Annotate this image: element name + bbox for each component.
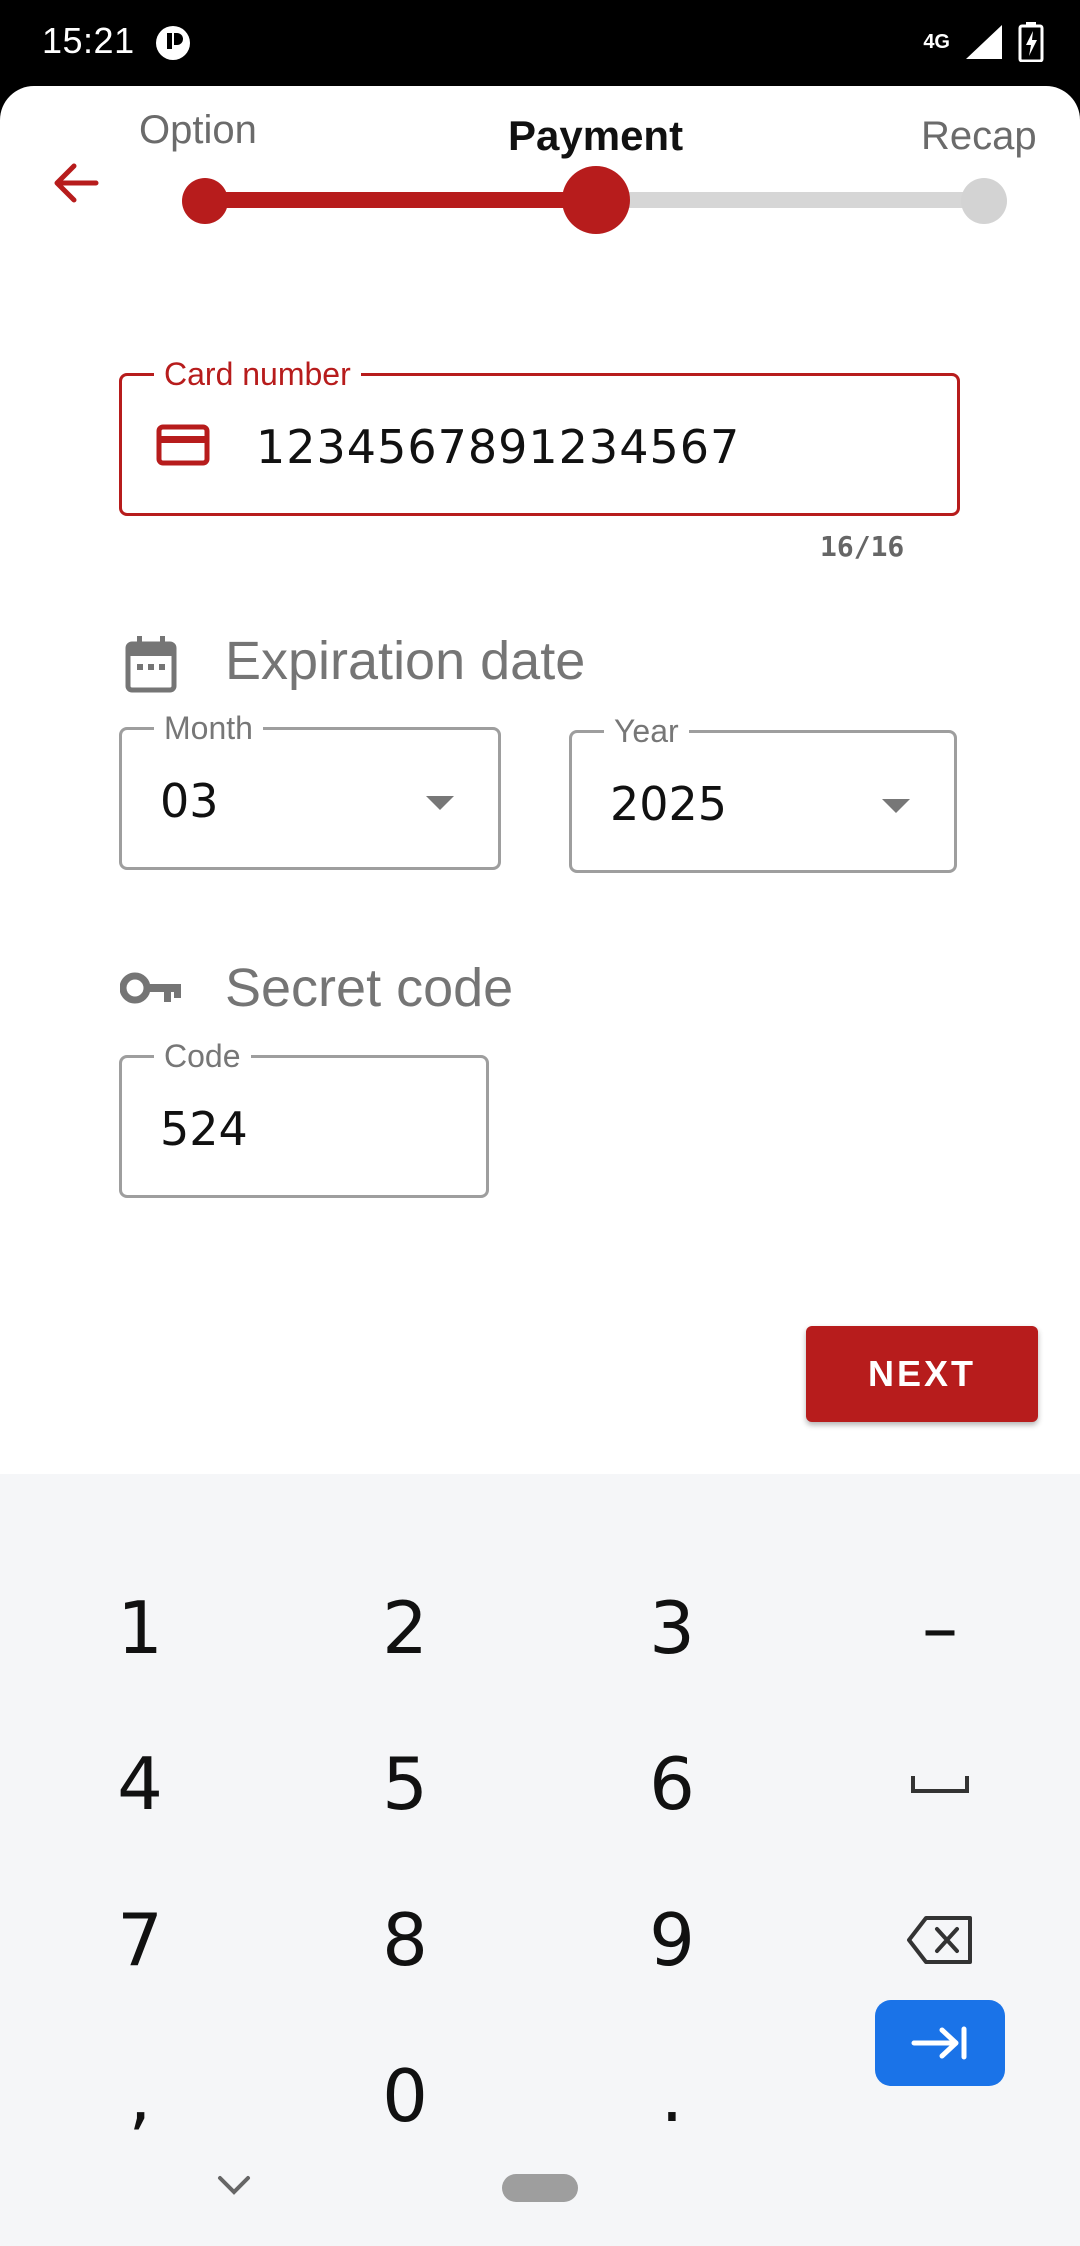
secret-code-title: Secret code	[225, 958, 514, 1018]
month-dropdown-caret-icon[interactable]	[426, 796, 454, 810]
tab-icon	[911, 2026, 967, 2060]
key-6[interactable]: 6	[572, 1714, 772, 1854]
card-number-label: Card number	[154, 356, 361, 392]
key-dash[interactable]: –	[840, 1558, 1040, 1698]
year-select[interactable]: Year 2025	[569, 713, 957, 873]
month-select[interactable]: Month 03	[119, 710, 501, 870]
month-label: Month	[154, 710, 263, 746]
credit-card-icon	[156, 424, 210, 466]
back-arrow-icon[interactable]	[48, 156, 102, 210]
step-payment-label[interactable]: Payment	[508, 112, 683, 160]
status-icons: 4G	[923, 22, 1044, 62]
calendar-icon	[125, 636, 177, 693]
code-label: Code	[154, 1038, 251, 1074]
status-bar: 15:21 4G	[0, 0, 1080, 86]
keyboard-hide-chevron-icon[interactable]	[216, 2174, 252, 2198]
next-button[interactable]: NEXT	[806, 1326, 1038, 1422]
year-label: Year	[604, 713, 689, 749]
payment-sheet: Option Payment Recap Card number 1234567…	[0, 86, 1080, 1474]
key-4[interactable]: 4	[40, 1714, 240, 1854]
battery-charging-icon	[1018, 22, 1044, 62]
step-option-label[interactable]: Option	[139, 108, 257, 153]
key-2[interactable]: 2	[305, 1558, 505, 1698]
year-dropdown-caret-icon[interactable]	[882, 799, 910, 813]
expiration-date-title: Expiration date	[225, 631, 586, 691]
numeric-keyboard: 1 2 3 – 4 5 6 7 8 9 , 0 .	[0, 1474, 1080, 2246]
key-5[interactable]: 5	[305, 1714, 505, 1854]
month-value[interactable]: 03	[160, 774, 219, 828]
home-gesture-pill[interactable]	[502, 2174, 578, 2202]
key-icon	[120, 972, 181, 1004]
year-value[interactable]: 2025	[610, 777, 727, 831]
key-7[interactable]: 7	[40, 1870, 240, 2010]
step-payment-dot[interactable]	[562, 166, 630, 234]
key-tab[interactable]	[875, 2000, 1005, 2086]
network-type-label: 4G	[923, 31, 950, 53]
key-8[interactable]: 8	[305, 1870, 505, 2010]
key-period[interactable]: .	[572, 2026, 772, 2166]
card-number-field[interactable]: Card number 1234567891234567	[119, 356, 960, 516]
stepper-progress	[205, 192, 594, 208]
key-comma[interactable]: ,	[40, 2026, 240, 2166]
key-backspace[interactable]	[840, 1870, 1040, 2010]
code-field[interactable]: Code 524	[119, 1038, 489, 1198]
code-value[interactable]: 524	[160, 1102, 248, 1156]
step-recap-label[interactable]: Recap	[921, 114, 1037, 159]
app-notification-icon	[156, 26, 190, 60]
step-recap-dot[interactable]	[961, 178, 1007, 224]
card-number-value[interactable]: 1234567891234567	[256, 420, 740, 474]
key-space[interactable]	[840, 1714, 1040, 1854]
key-3[interactable]: 3	[572, 1558, 772, 1698]
key-9[interactable]: 9	[572, 1870, 772, 2010]
key-1[interactable]: 1	[40, 1558, 240, 1698]
backspace-icon	[907, 1916, 972, 1964]
signal-icon	[966, 25, 1002, 59]
card-number-counter: 16/16	[820, 530, 905, 563]
space-icon	[911, 1776, 969, 1793]
step-option-dot[interactable]	[182, 178, 228, 224]
key-0[interactable]: 0	[305, 2026, 505, 2166]
status-time: 15:21	[42, 20, 135, 61]
